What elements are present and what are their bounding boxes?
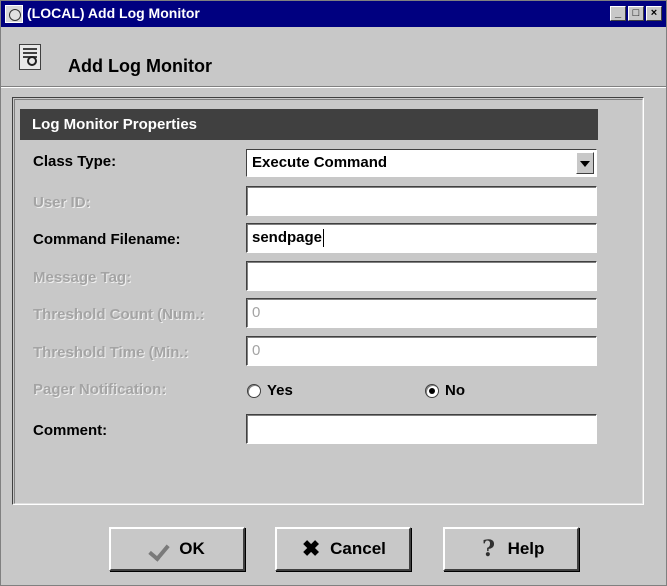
ok-button[interactable]: OK bbox=[109, 527, 245, 571]
pager-no-label: No bbox=[445, 382, 465, 399]
check-icon bbox=[149, 538, 171, 560]
cancel-label: Cancel bbox=[330, 539, 386, 558]
user-id-field[interactable] bbox=[246, 186, 597, 216]
comment-field[interactable] bbox=[246, 414, 597, 444]
help-label: Help bbox=[507, 539, 545, 558]
pager-no-radio[interactable]: No bbox=[425, 382, 465, 399]
window-title: (LOCAL) Add Log Monitor bbox=[27, 5, 200, 21]
command-filename-label: Command Filename: bbox=[33, 231, 181, 248]
maximize-button[interactable]: □ bbox=[628, 6, 644, 21]
text-cursor bbox=[323, 229, 325, 248]
class-type-label: Class Type: bbox=[33, 153, 117, 170]
pager-yes-label: Yes bbox=[267, 382, 293, 399]
header-divider bbox=[1, 86, 666, 88]
dialog-title: Add Log Monitor bbox=[68, 56, 212, 76]
log-document-icon bbox=[19, 44, 41, 70]
help-button[interactable]: ? Help bbox=[443, 527, 579, 571]
add-log-monitor-window: (LOCAL) Add Log Monitor _ □ × Add Log Mo… bbox=[0, 0, 667, 586]
app-icon[interactable] bbox=[5, 5, 23, 23]
user-id-label: User ID: bbox=[33, 194, 91, 211]
title-bar[interactable]: (LOCAL) Add Log Monitor _ □ × bbox=[1, 1, 666, 27]
comment-label: Comment: bbox=[33, 422, 108, 439]
command-filename-value: sendpage bbox=[252, 229, 323, 246]
threshold-time-label: Threshold Time (Min.: bbox=[33, 344, 189, 361]
ok-label: OK bbox=[179, 539, 205, 558]
pager-yes-radio[interactable]: Yes bbox=[247, 382, 293, 399]
message-tag-field[interactable] bbox=[246, 261, 597, 291]
help-icon: ? bbox=[482, 536, 496, 562]
class-type-select[interactable]: Execute Command bbox=[246, 149, 597, 177]
pager-notification-label: Pager Notification: bbox=[33, 381, 167, 398]
window-controls: _ □ × bbox=[610, 6, 662, 21]
x-icon: ✖ bbox=[301, 536, 321, 561]
minimize-button[interactable]: _ bbox=[610, 6, 626, 21]
command-filename-field[interactable]: sendpage bbox=[246, 223, 597, 253]
radio-unselected-icon bbox=[247, 383, 261, 398]
cancel-button[interactable]: ✖ Cancel bbox=[275, 527, 411, 571]
section-header: Log Monitor Properties bbox=[20, 109, 598, 140]
dialog-header: Add Log Monitor bbox=[1, 27, 666, 83]
message-tag-label: Message Tag: bbox=[33, 269, 132, 286]
class-type-value: Execute Command bbox=[252, 154, 388, 171]
close-button[interactable]: × bbox=[646, 6, 662, 21]
radio-selected-icon bbox=[425, 383, 439, 398]
threshold-count-field[interactable]: 0 bbox=[246, 298, 597, 328]
chevron-down-icon[interactable] bbox=[576, 152, 594, 174]
threshold-time-field[interactable]: 0 bbox=[246, 336, 597, 366]
threshold-count-label: Threshold Count (Num.: bbox=[33, 306, 205, 323]
